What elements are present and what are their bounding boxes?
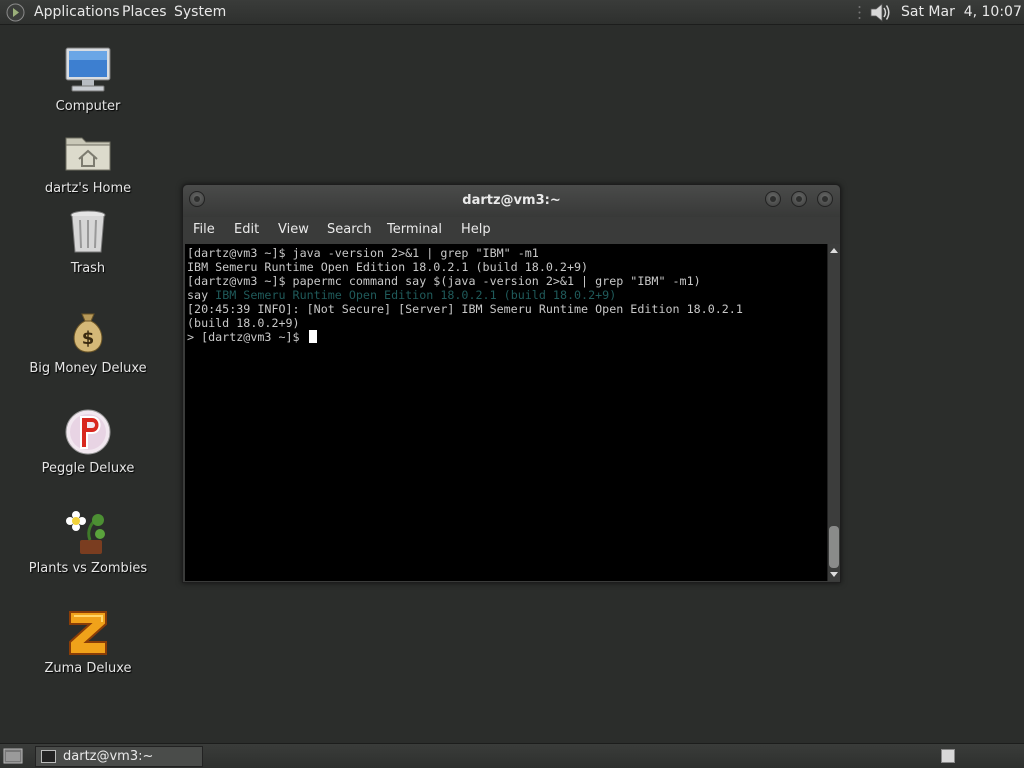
places-menu[interactable]: Places (122, 4, 167, 20)
minimize-button[interactable] (765, 191, 781, 207)
desktop-icon-label: Zuma Deluxe (44, 661, 132, 676)
desktop-icon-label: Peggle Deluxe (41, 461, 135, 476)
gnome-foot-logo-icon[interactable] (6, 3, 25, 22)
window-titlebar[interactable]: dartz@vm3:~ (183, 185, 840, 217)
scroll-down-arrow-icon[interactable] (830, 572, 838, 577)
menu-file[interactable]: File (193, 222, 215, 237)
menu-terminal[interactable]: Terminal (387, 222, 442, 237)
trash-icon (70, 210, 106, 253)
terminal-line: IBM Semeru Runtime Open Edition 18.0.2.1… (187, 260, 589, 274)
show-desktop-icon[interactable] (3, 747, 23, 765)
desktop-icon-big-money[interactable]: $ Big Money Deluxe (18, 308, 158, 376)
clock[interactable]: Sat Mar 4, 10:07 PM (901, 4, 1024, 20)
scrollbar-thumb[interactable] (829, 526, 839, 568)
terminal-dim-text: IBM Semeru Runtime Open Edition 18.0.2.1… (215, 288, 617, 302)
menu-view[interactable]: View (278, 222, 309, 237)
desktop-icon-home[interactable]: dartz's Home (18, 128, 158, 196)
menu-edit[interactable]: Edit (234, 222, 259, 237)
desktop-icon-zuma[interactable]: Zuma Deluxe (18, 608, 158, 676)
home-folder-icon (65, 137, 111, 171)
desktop-icon-label: Plants vs Zombies (28, 561, 148, 576)
terminal-window[interactable]: dartz@vm3:~ File Edit View Search Termin… (182, 184, 841, 583)
taskbar-item-terminal[interactable]: dartz@vm3:~ (35, 746, 203, 767)
maximize-button[interactable] (791, 191, 807, 207)
desktop-icon-label: Big Money Deluxe (29, 361, 147, 376)
terminal-output[interactable]: [dartz@vm3 ~]$ java -version 2>&1 | grep… (185, 244, 827, 581)
terminal-cursor (308, 330, 317, 343)
applications-menu[interactable]: Applications (34, 4, 120, 20)
terminal-scrollbar[interactable] (827, 244, 840, 581)
terminal-line: say IBM Semeru Runtime Open Edition 18.0… (187, 288, 827, 302)
window-title: dartz@vm3:~ (462, 193, 561, 208)
computer-icon (65, 47, 111, 92)
top-panel: Applications Places System Sat Mar 4, 10… (0, 0, 1024, 25)
peggle-icon (65, 409, 111, 455)
terminal-line: [dartz@vm3 ~]$ papermc command say $(jav… (187, 274, 701, 288)
menu-search[interactable]: Search (327, 222, 372, 237)
workspace-switcher[interactable] (941, 749, 955, 763)
taskbar-item-label: dartz@vm3:~ (63, 749, 154, 764)
volume-icon[interactable] (868, 2, 892, 23)
scroll-up-arrow-icon[interactable] (830, 248, 838, 253)
terminal-line: (build 18.0.2+9) (187, 316, 300, 330)
desktop-icon-trash[interactable]: Trash (18, 208, 158, 276)
desktop-icon-label: dartz's Home (44, 181, 132, 196)
zuma-icon (69, 611, 107, 655)
desktop-icon-plants-vs-zombies[interactable]: Plants vs Zombies (18, 508, 158, 576)
terminal-line: [dartz@vm3 ~]$ java -version 2>&1 | grep… (187, 246, 539, 260)
close-button[interactable] (817, 191, 833, 207)
desktop-icon-computer[interactable]: Computer (18, 46, 158, 114)
terminal-prompt: > [dartz@vm3 ~]$ (187, 330, 307, 344)
money-bag-icon: $ (73, 313, 103, 353)
menu-help[interactable]: Help (461, 222, 491, 237)
svg-text:$: $ (82, 328, 95, 349)
desktop-icon-label: Trash (70, 261, 106, 276)
desktop-icon-label: Computer (55, 99, 121, 114)
system-menu[interactable]: System (174, 4, 226, 20)
plants-vs-zombies-icon (66, 511, 105, 554)
panel-separator-icon (858, 6, 861, 19)
bottom-panel: dartz@vm3:~ (0, 743, 1024, 768)
desktop-icon-peggle[interactable]: Peggle Deluxe (18, 408, 158, 476)
terminal-icon (41, 750, 56, 763)
terminal-line-prefix: say (187, 288, 216, 302)
terminal-menubar: File Edit View Search Terminal Help (183, 217, 840, 244)
terminal-line: [20:45:39 INFO]: [Not Secure] [Server] I… (187, 302, 743, 316)
terminal-prompt-line: > [dartz@vm3 ~]$ (187, 330, 827, 344)
